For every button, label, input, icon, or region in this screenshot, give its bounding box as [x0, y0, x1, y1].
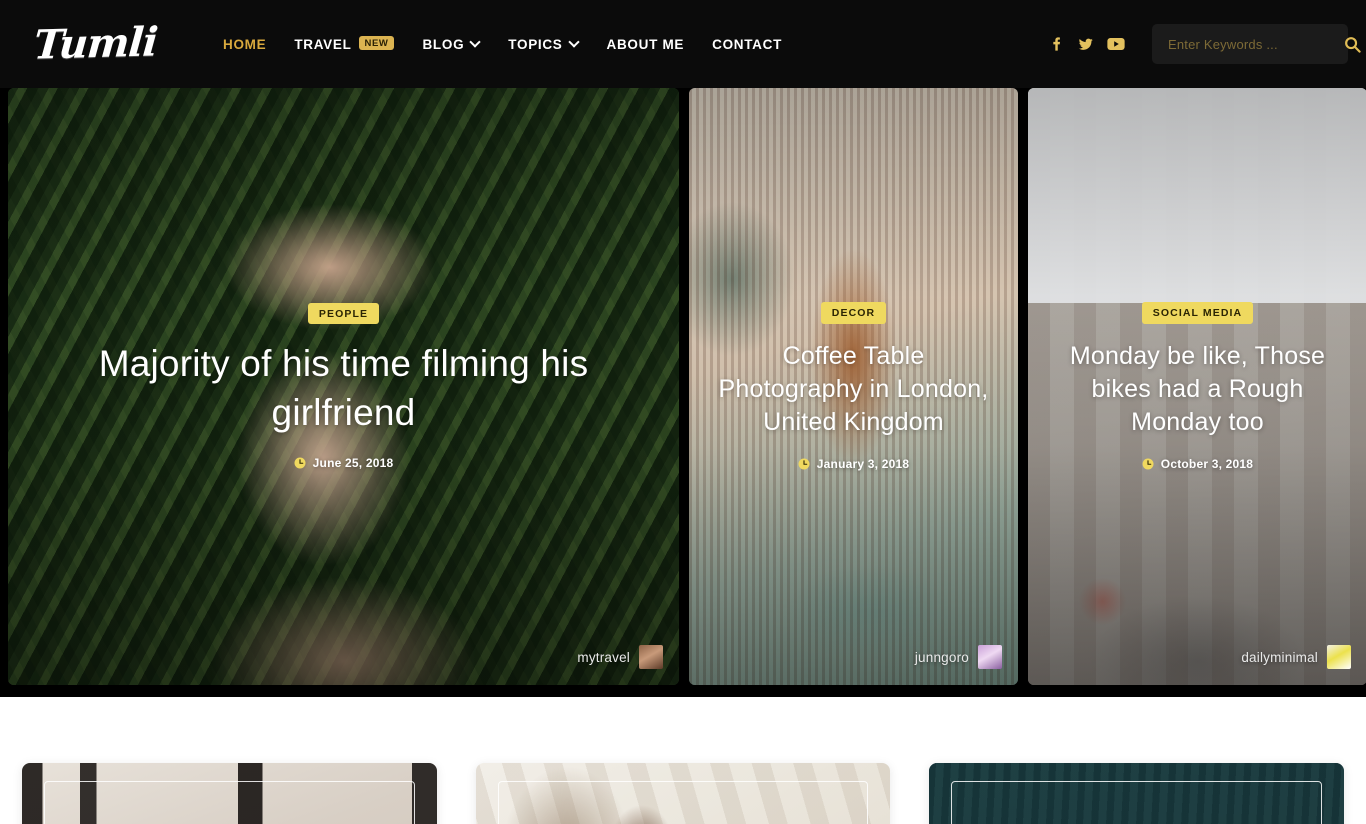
post-image-frame — [44, 781, 415, 824]
post-image-frame — [497, 781, 869, 824]
clock-icon — [294, 457, 306, 469]
hero-author-name: mytravel — [577, 649, 630, 665]
search-input[interactable] — [1168, 36, 1344, 52]
social-links — [1049, 36, 1125, 52]
hero-author[interactable]: mytravel — [577, 645, 663, 669]
avatar — [1327, 645, 1351, 669]
hero-card-body: SOCIAL MEDIA Monday be like, Those bikes… — [1028, 88, 1366, 685]
search-box[interactable] — [1152, 24, 1361, 64]
nav-item-label: CONTACT — [712, 36, 783, 52]
featured-hero-section: PEOPLE Majority of his time filming his … — [0, 88, 1366, 697]
hero-author[interactable]: dailyminimal — [1241, 645, 1351, 669]
hero-title[interactable]: Majority of his time filming his girlfri… — [64, 340, 624, 438]
header-right-cluster — [1049, 24, 1361, 64]
nav-item-label: TOPICS — [508, 36, 563, 52]
hero-meta: June 25, 2018 — [294, 456, 394, 470]
hero-date: June 25, 2018 — [312, 456, 394, 471]
site-logo-text: Tumli — [32, 18, 159, 69]
nav-item-topics[interactable]: TOPICS — [494, 27, 592, 62]
hero-card-body: PEOPLE Majority of his time filming his … — [8, 88, 679, 685]
chevron-down-icon — [570, 38, 579, 47]
category-badge[interactable]: PEOPLE — [307, 302, 380, 325]
nav-item-about-me[interactable]: ABOUT ME — [593, 27, 699, 62]
latest-posts-grid — [0, 763, 1366, 824]
hero-date: January 3, 2018 — [816, 456, 910, 471]
hero-date: October 3, 2018 — [1160, 456, 1254, 471]
hero-title[interactable]: Monday be like, Those bikes had a Rough … — [1054, 340, 1341, 439]
avatar — [639, 645, 663, 669]
twitter-icon[interactable] — [1077, 37, 1094, 52]
post-card[interactable] — [475, 763, 891, 824]
hero-author[interactable]: junngoro — [915, 645, 1002, 669]
hero-title[interactable]: Coffee Table Photography in London, Unit… — [715, 340, 992, 439]
nav-item-label: HOME — [223, 36, 267, 52]
site-logo[interactable]: Tumli — [20, 18, 165, 69]
facebook-icon[interactable] — [1049, 36, 1064, 52]
avatar — [978, 645, 1002, 669]
nav-item-label: BLOG — [422, 36, 465, 52]
featured-hero-grid: PEOPLE Majority of his time filming his … — [8, 88, 1366, 685]
nav-item-home[interactable]: HOME — [209, 27, 280, 62]
clock-icon — [798, 458, 810, 470]
nav-item-blog[interactable]: BLOG — [408, 27, 494, 62]
nav-item-travel[interactable]: TRAVEL NEW — [280, 27, 408, 62]
post-card[interactable] — [929, 763, 1345, 824]
nav-item-label: TRAVEL — [294, 36, 352, 52]
hero-card-body: DECOR Coffee Table Photography in London… — [689, 88, 1018, 685]
latest-posts-section — [0, 697, 1366, 824]
category-badge[interactable]: SOCIAL MEDIA — [1141, 302, 1254, 324]
clock-icon — [1142, 458, 1154, 470]
search-button[interactable] — [1344, 36, 1361, 53]
hero-author-name: dailyminimal — [1241, 649, 1318, 665]
main-navigation: HOME TRAVEL NEW BLOG TOPICS ABOUT ME CON… — [209, 27, 796, 62]
category-badge[interactable]: DECOR — [820, 302, 887, 324]
hero-meta: October 3, 2018 — [1142, 457, 1253, 471]
hero-author-name: junngoro — [914, 649, 969, 665]
youtube-icon[interactable] — [1107, 37, 1125, 51]
hero-card-tertiary[interactable]: SOCIAL MEDIA Monday be like, Those bikes… — [1028, 88, 1366, 685]
nav-item-label: ABOUT ME — [606, 36, 685, 52]
hero-card-lead[interactable]: PEOPLE Majority of his time filming his … — [8, 88, 679, 685]
post-card[interactable] — [22, 763, 437, 824]
chevron-down-icon — [471, 38, 480, 47]
nav-new-badge: NEW — [358, 35, 395, 51]
hero-card-secondary[interactable]: DECOR Coffee Table Photography in London… — [689, 88, 1018, 685]
hero-meta: January 3, 2018 — [798, 457, 909, 471]
post-image-frame — [951, 781, 1323, 824]
site-header: Tumli HOME TRAVEL NEW BLOG TOPICS ABOUT … — [0, 0, 1366, 88]
nav-item-contact[interactable]: CONTACT — [698, 27, 796, 62]
